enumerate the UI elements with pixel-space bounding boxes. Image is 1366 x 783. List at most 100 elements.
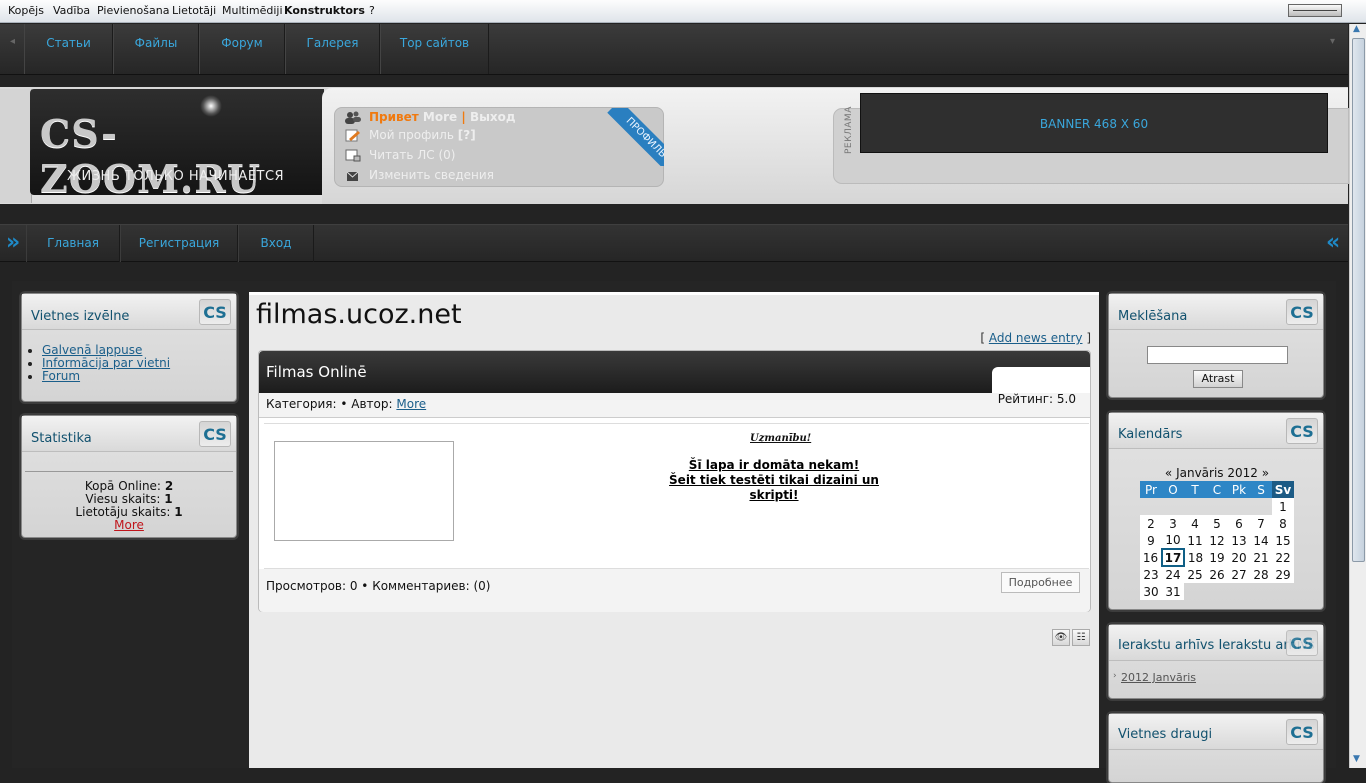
calendar-day[interactable]: 31 xyxy=(1162,583,1184,600)
my-profile-line: Мой профиль [?] xyxy=(369,128,476,142)
site-menu-block: Vietnes izvēlne CS Galvenā lappuse Infor… xyxy=(21,293,237,402)
logout-link[interactable]: Выход xyxy=(470,110,516,124)
list-view-icon[interactable]: ☷ xyxy=(1072,629,1090,646)
calendar-day[interactable]: 11 xyxy=(1184,532,1206,549)
top-nav-left-arrow-icon: ◂ xyxy=(10,36,16,47)
scroll-up-icon[interactable]: ▲ xyxy=(1353,24,1360,34)
calendar-empty-cell xyxy=(1206,498,1228,515)
guests-count-line: Viesu skaits: 1 xyxy=(22,492,236,506)
menu-link-home[interactable]: Galvenā lappuse xyxy=(42,343,142,357)
nav-register[interactable]: Регистрация xyxy=(120,225,238,262)
admin-menu-help[interactable]: ? xyxy=(369,4,375,17)
entry-title[interactable]: Filmas Onlinē xyxy=(266,363,367,381)
scrollbar-thumb[interactable] xyxy=(1352,38,1365,562)
ad-banner[interactable]: BANNER 468 X 60 xyxy=(860,93,1328,153)
calendar-week: 30 31 xyxy=(1140,583,1294,600)
page-title: filmas.ucoz.net xyxy=(256,299,462,330)
top-nav-articles[interactable]: Статьи xyxy=(24,24,113,74)
top-nav-forum[interactable]: Форум xyxy=(199,24,285,74)
calendar-day[interactable]: 3 xyxy=(1162,515,1184,532)
warning-line-1: Šī lapa ir domāta nekam! xyxy=(688,458,860,472)
top-nav-gallery[interactable]: Галерея xyxy=(285,24,380,74)
nav-home[interactable]: Главная xyxy=(26,225,120,262)
calendar-grid: Pr O T C Pk S Sv 1 2 3 4 5 6 7 8 9 10 11 12 13 14 15 16… xyxy=(1140,481,1295,600)
search-body: Atrast xyxy=(1109,331,1323,397)
menu-link-forum[interactable]: Forum xyxy=(42,369,80,383)
calendar-day[interactable]: 6 xyxy=(1228,515,1250,532)
calendar-day[interactable]: 1 xyxy=(1272,498,1294,515)
archive-link-2012-january[interactable]: 2012 Janvāris xyxy=(1121,671,1196,684)
top-nav-top-sites[interactable]: Тор сайтов xyxy=(380,24,489,74)
admin-menu-kopejs[interactable]: Kopējs xyxy=(8,4,44,17)
calendar-day[interactable]: 23 xyxy=(1140,566,1162,583)
username-link[interactable]: More xyxy=(423,110,457,124)
users-icon xyxy=(345,111,361,124)
edit-info-link[interactable]: Изменить сведения xyxy=(369,168,494,182)
admin-menu-vadiba[interactable]: Vadība xyxy=(53,4,90,17)
day-name: O xyxy=(1162,481,1184,498)
admin-bar-toggle[interactable] xyxy=(1288,4,1342,17)
menu-link-about[interactable]: Informācija par vietni xyxy=(42,356,170,370)
friends-block: Vietnes draugi CS xyxy=(1108,713,1324,783)
search-button[interactable]: Atrast xyxy=(1193,370,1243,388)
calendar-day[interactable]: 30 xyxy=(1140,583,1162,600)
calendar-body: « Janvāris 2012 » Pr O T C Pk S Sv 12345… xyxy=(1109,450,1323,609)
my-profile-link[interactable]: Мой профиль xyxy=(369,128,454,142)
calendar-empty-cell xyxy=(1250,498,1272,515)
admin-menu-lietotaji[interactable]: Lietotāji xyxy=(172,4,216,17)
search-input[interactable] xyxy=(1147,346,1288,364)
top-nav-right-arrow-icon: ▾ xyxy=(1330,36,1336,47)
calendar-day[interactable]: 13 xyxy=(1228,532,1250,549)
calendar-day[interactable]: 7 xyxy=(1250,515,1272,532)
profile-help-link[interactable]: [?] xyxy=(458,128,476,142)
calendar-day[interactable]: 24 xyxy=(1162,566,1184,583)
calendar-day[interactable]: 26 xyxy=(1206,566,1228,583)
admin-bar: Kopējs Vadība Pievienošana Lietotāji Mul… xyxy=(0,0,1366,23)
admin-menu-multimediji[interactable]: Multimēdiji xyxy=(222,4,283,17)
calendar-day[interactable]: 8 xyxy=(1272,515,1294,532)
view-icon[interactable]: 👁 xyxy=(1052,629,1070,646)
vertical-scrollbar[interactable]: ▲ ▼ xyxy=(1349,24,1366,768)
calendar-day[interactable]: 28 xyxy=(1250,566,1272,583)
day-name: T xyxy=(1184,481,1206,498)
admin-menu-pievienosana[interactable]: Pievienošana xyxy=(97,4,169,17)
calendar-day[interactable]: 25 xyxy=(1184,566,1206,583)
calendar-day[interactable]: 4 xyxy=(1184,515,1206,532)
users-label: Lietotāju skaits: xyxy=(75,505,171,519)
calendar-day[interactable]: 17 xyxy=(1161,548,1185,567)
statistics-more-link[interactable]: More xyxy=(114,518,144,532)
calendar-day[interactable]: 10 xyxy=(1162,532,1184,549)
calendar-day[interactable]: 27 xyxy=(1228,566,1250,583)
calendar-day[interactable]: 9 xyxy=(1140,532,1162,549)
calendar-day[interactable]: 22 xyxy=(1272,549,1294,566)
calendar-day[interactable]: 14 xyxy=(1250,532,1272,549)
archive-header: Ierakstu arhīvs Ierakstu arhīvs CS xyxy=(1109,625,1323,661)
calendar-day[interactable]: 2 xyxy=(1140,515,1162,532)
calendar-day[interactable]: 21 xyxy=(1250,549,1272,566)
calendar-day[interactable]: 29 xyxy=(1272,566,1294,583)
statistics-header: Statistika CS xyxy=(22,416,236,452)
calendar-day[interactable]: 19 xyxy=(1206,549,1228,566)
calendar-day[interactable]: 20 xyxy=(1228,549,1250,566)
site-logo[interactable]: CS-ZOOM.RU ЖИЗНЬ ТОЛЬКО НАЧИНАЕТСЯ xyxy=(30,89,324,201)
entry-footer: Просмотров: 0 • Комментариев: (0) Подроб… xyxy=(259,569,1090,612)
friends-header: Vietnes draugi CS xyxy=(1109,714,1323,750)
entry-author-link[interactable]: More xyxy=(396,397,426,411)
calendar-week: 23 24 25 26 27 28 29 xyxy=(1140,566,1294,583)
calendar-day[interactable]: 5 xyxy=(1206,515,1228,532)
scroll-down-icon[interactable]: ▼ xyxy=(1353,754,1360,764)
read-pm-link[interactable]: Читать ЛС (0) xyxy=(369,148,455,162)
calendar-empty-cell xyxy=(1250,583,1272,600)
calendar-next-link[interactable]: » xyxy=(1262,466,1269,480)
calendar-prev-link[interactable]: « xyxy=(1165,466,1172,480)
calendar-day[interactable]: 15 xyxy=(1272,532,1294,549)
calendar-day[interactable]: 16 xyxy=(1140,549,1162,566)
top-nav-files[interactable]: Файлы xyxy=(113,24,199,74)
search-title: Meklēšana xyxy=(1118,309,1188,324)
nav-login[interactable]: Вход xyxy=(238,225,314,262)
calendar-day[interactable]: 18 xyxy=(1184,549,1206,566)
add-news-link[interactable]: Add news entry xyxy=(989,331,1083,345)
admin-menu-konstruktors[interactable]: Konstruktors xyxy=(284,4,365,17)
read-more-button[interactable]: Подробнее xyxy=(1001,572,1080,593)
calendar-day[interactable]: 12 xyxy=(1206,532,1228,549)
